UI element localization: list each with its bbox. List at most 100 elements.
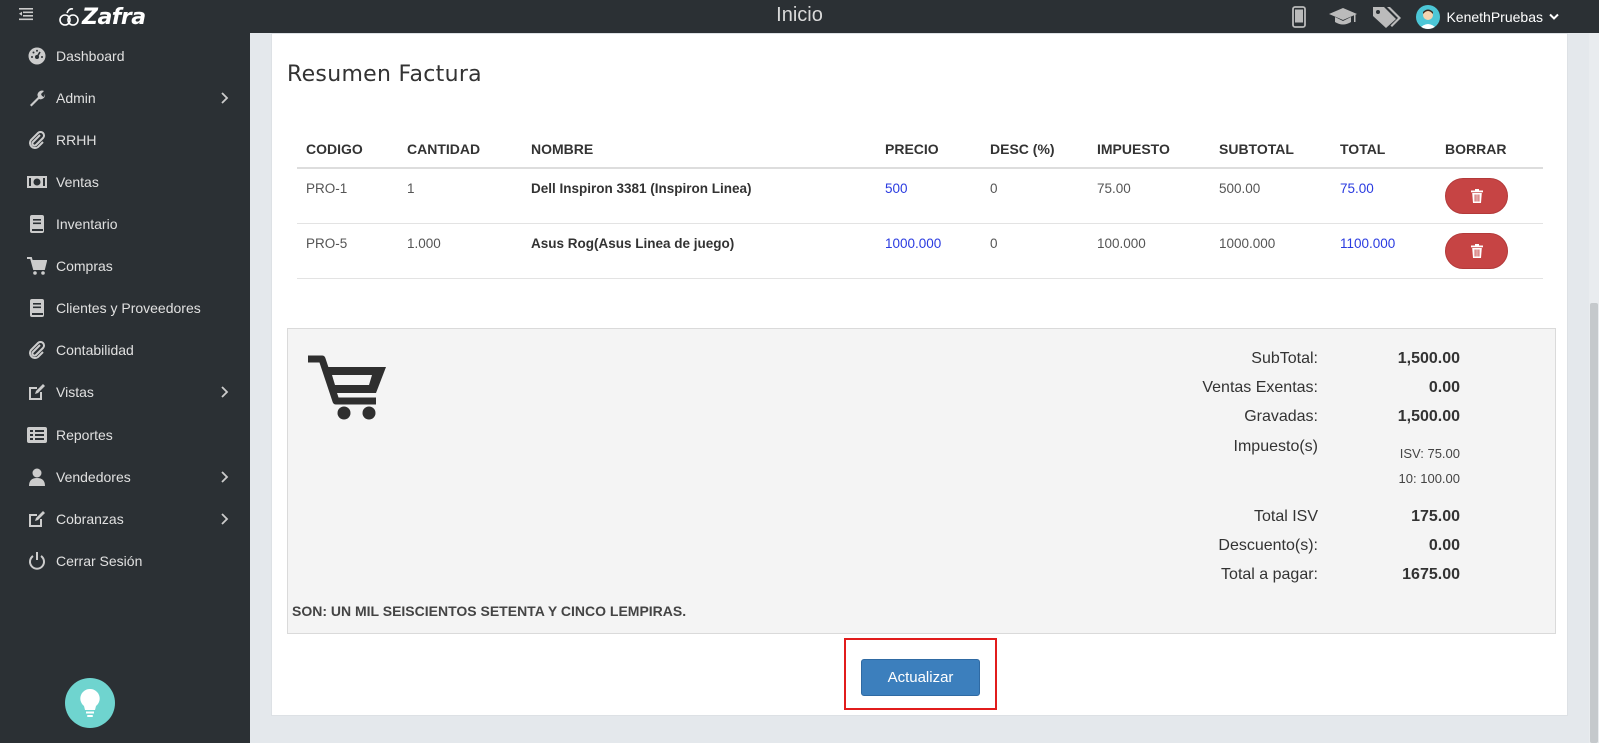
column-header: TOTAL xyxy=(1331,130,1436,169)
logo-text: Zafra xyxy=(82,4,146,30)
cell-precio[interactable]: 500 xyxy=(876,168,981,224)
sidebar-item-label: Compras xyxy=(56,258,113,274)
sidebar-item-label: Ventas xyxy=(56,174,99,190)
column-header: CODIGO xyxy=(297,130,398,169)
list-icon xyxy=(26,424,48,446)
table-row: PRO-1 1 Dell Inspiron 3381 (Inspiron Lin… xyxy=(297,168,1543,224)
invoice-card: Resumen Factura CODIGO CANTIDAD NOMBRE P… xyxy=(271,33,1568,716)
sidebar-item-cobranzas[interactable]: Cobranzas xyxy=(0,500,250,538)
cell-cantidad[interactable]: 1 xyxy=(398,168,522,224)
total-pagar-value: 1675.00 xyxy=(1402,566,1460,583)
mobile-icon[interactable] xyxy=(1284,3,1314,31)
edit-icon xyxy=(26,381,48,403)
sidebar-item-label: Admin xyxy=(56,90,96,106)
sidebar-item-cerrar-sesion[interactable]: Cerrar Sesión xyxy=(0,542,250,580)
page-scrollbar[interactable] xyxy=(1589,33,1599,743)
lightbulb-button[interactable] xyxy=(65,678,115,728)
sidebar-item-label: RRHH xyxy=(56,132,97,148)
table-row: PRO-5 1.000 Asus Rog(Asus Linea de juego… xyxy=(297,223,1543,279)
cell-nombre: Dell Inspiron 3381 (Inspiron Linea) xyxy=(522,168,876,224)
chevron-right-icon xyxy=(221,471,229,483)
cell-impuesto: 100.000 xyxy=(1088,223,1210,279)
sidebar-item-admin[interactable]: Admin xyxy=(0,79,250,117)
trash-icon xyxy=(1470,189,1483,203)
wrench-icon xyxy=(26,87,48,109)
sidebar-item-label: Vistas xyxy=(56,384,94,400)
gravadas-value: 1,500.00 xyxy=(1397,408,1460,425)
impuesto-10-value: 10: 100.00 xyxy=(1398,471,1460,486)
book-icon xyxy=(26,297,48,319)
tags-icon[interactable] xyxy=(1372,3,1402,31)
chevron-right-icon xyxy=(221,513,229,525)
chevron-right-icon xyxy=(221,92,229,104)
cell-cantidad[interactable]: 1.000 xyxy=(398,223,522,279)
logo-mark-icon xyxy=(59,8,79,26)
descuentos-label: Descuento(s): xyxy=(1218,537,1318,554)
cell-descuento[interactable]: 0 xyxy=(981,223,1088,279)
column-header: BORRAR xyxy=(1436,130,1543,169)
sidebar-item-vistas[interactable]: Vistas xyxy=(0,373,250,411)
power-icon xyxy=(26,550,48,572)
paperclip-icon xyxy=(26,129,48,151)
impuestos-label: Impuesto(s) xyxy=(1233,438,1318,455)
sidebar-item-contabilidad[interactable]: Contabilidad xyxy=(0,331,250,369)
gravadas-label: Gravadas: xyxy=(1244,408,1318,425)
sidebar-item-label: Clientes y Proveedores xyxy=(56,300,201,316)
subtotal-label: SubTotal: xyxy=(1251,350,1318,367)
sidebar-item-ventas[interactable]: Ventas xyxy=(0,163,250,201)
cart-icon xyxy=(26,255,48,277)
invoice-title: Resumen Factura xyxy=(287,62,482,87)
dashboard-icon xyxy=(26,45,48,67)
top-navbar: Zafra Inicio KenethPruebas xyxy=(0,0,1599,33)
total-isv-value: 175.00 xyxy=(1411,508,1460,525)
sidebar-item-clientes-proveedores[interactable]: Clientes y Proveedores xyxy=(0,289,250,327)
sidebar-item-compras[interactable]: Compras xyxy=(0,247,250,285)
user-menu[interactable]: KenethPruebas xyxy=(1416,5,1559,29)
shopping-cart-icon xyxy=(306,355,388,426)
update-button[interactable]: Actualizar xyxy=(861,659,980,696)
column-header: CANTIDAD xyxy=(398,130,522,169)
sidebar-item-inventario[interactable]: Inventario xyxy=(0,205,250,243)
sidebar-item-reportes[interactable]: Reportes xyxy=(0,416,250,454)
total-pagar-label: Total a pagar: xyxy=(1221,566,1318,583)
trash-icon xyxy=(1470,243,1483,258)
column-header: DESC (%) xyxy=(981,130,1088,169)
cell-borrar xyxy=(1436,168,1543,224)
sidebar-item-label: Dashboard xyxy=(56,48,125,64)
invoice-items-table: CODIGO CANTIDAD NOMBRE PRECIO DESC (%) I… xyxy=(297,130,1543,279)
ventas-exentas-value: 0.00 xyxy=(1428,379,1460,396)
column-header: NOMBRE xyxy=(522,130,876,169)
cell-nombre: Asus Rog(Asus Linea de juego) xyxy=(522,223,876,279)
graduation-cap-icon[interactable] xyxy=(1328,3,1358,31)
sidebar-item-label: Cobranzas xyxy=(56,511,124,527)
sidebar-item-vendedores[interactable]: Vendedores xyxy=(0,458,250,496)
sidebar-item-label: Cerrar Sesión xyxy=(56,553,143,569)
total-isv-label: Total ISV xyxy=(1253,508,1318,525)
sidebar-item-label: Contabilidad xyxy=(56,342,134,358)
invoice-summary-panel: SubTotal: 1,500.00 Ventas Exentas: 0.00 … xyxy=(287,328,1556,634)
cell-total: 75.00 xyxy=(1331,168,1436,224)
cell-impuesto: 75.00 xyxy=(1088,168,1210,224)
delete-row-button[interactable] xyxy=(1445,232,1508,269)
paperclip-icon xyxy=(26,339,48,361)
sidebar-item-label: Inventario xyxy=(56,216,118,232)
scrollbar-thumb[interactable] xyxy=(1590,303,1598,743)
impuesto-isv-value: ISV: 75.00 xyxy=(1399,446,1460,461)
cell-codigo: PRO-5 xyxy=(297,223,398,279)
cell-subtotal: 500.00 xyxy=(1210,168,1331,224)
cell-subtotal: 1000.000 xyxy=(1210,223,1331,279)
money-icon xyxy=(26,171,48,193)
cell-descuento[interactable]: 0 xyxy=(981,168,1088,224)
delete-row-button[interactable] xyxy=(1445,178,1508,214)
avatar xyxy=(1416,5,1441,29)
column-header: SUBTOTAL xyxy=(1210,130,1331,169)
sidebar: Dashboard Admin RRHH Ventas Inventario C… xyxy=(0,33,250,743)
descuentos-value: 0.00 xyxy=(1428,537,1460,554)
cell-precio[interactable]: 1000.000 xyxy=(876,223,981,279)
zafra-logo[interactable]: Zafra xyxy=(58,4,146,30)
sidebar-item-label: Vendedores xyxy=(56,469,131,485)
menu-toggle-icon[interactable] xyxy=(19,7,35,23)
sidebar-item-dashboard[interactable]: Dashboard xyxy=(0,37,250,75)
sidebar-item-rrhh[interactable]: RRHH xyxy=(0,121,250,159)
amount-in-words: SON: UN MIL SEISCIENTOS SETENTA Y CINCO … xyxy=(292,603,687,619)
